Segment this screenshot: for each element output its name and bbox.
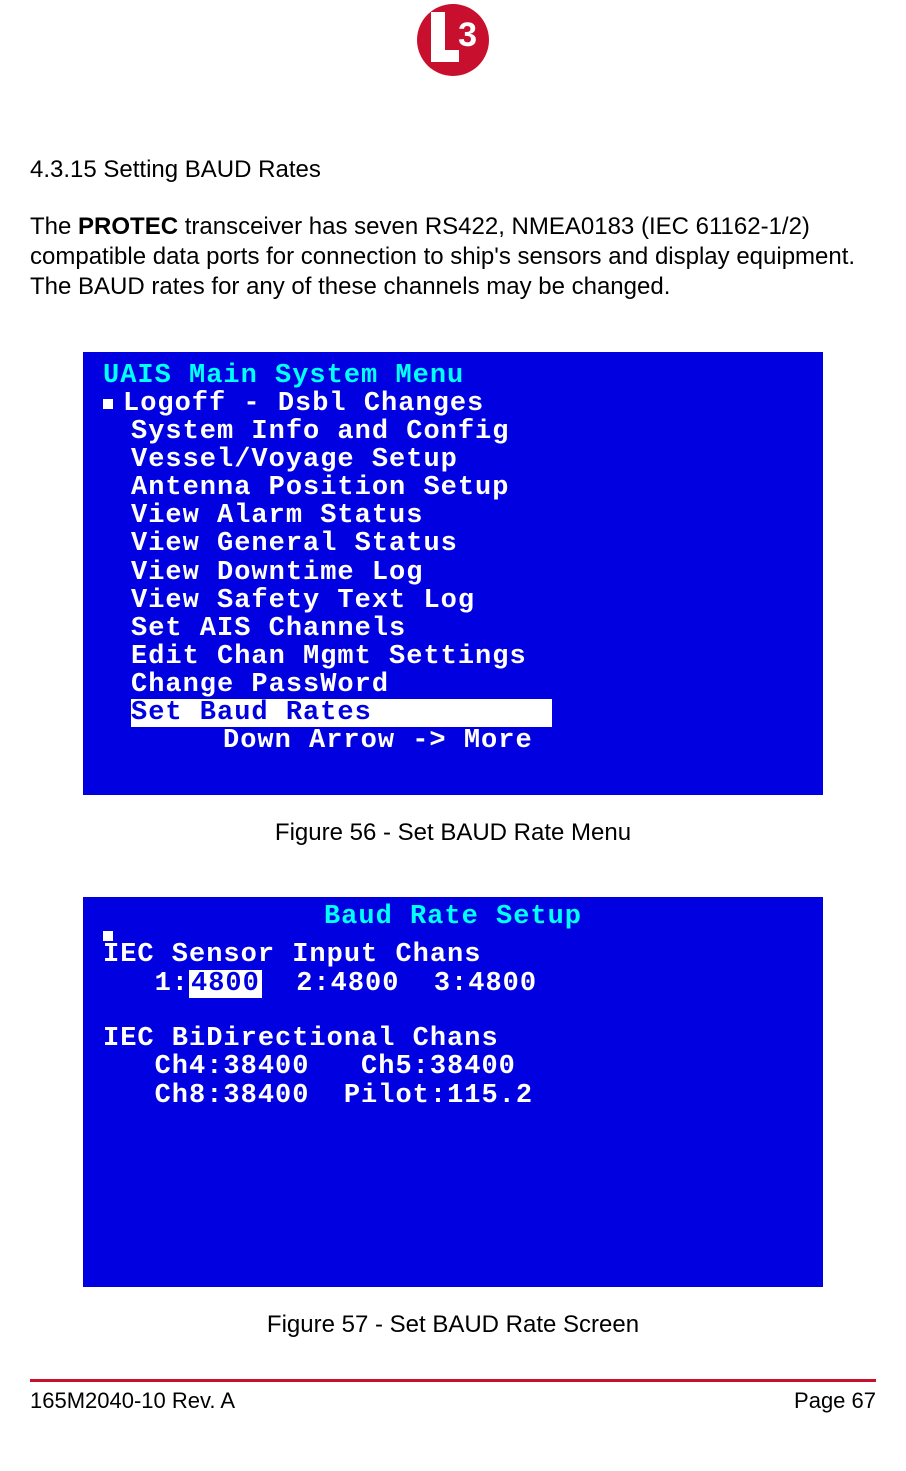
menu-item: Edit Chan Mgmt Settings bbox=[83, 643, 823, 671]
section-number: 4.3.15 bbox=[30, 156, 97, 183]
menu-item: View General Status bbox=[83, 530, 823, 558]
bidir-row: Ch8:38400 Pilot:115.2 bbox=[83, 1082, 823, 1110]
baud-rate-screen: Baud Rate Setup IEC Sensor Input Chans 1… bbox=[83, 897, 823, 1287]
footer-doc-id: 165M2040-10 Rev. A bbox=[30, 1388, 235, 1414]
section-label: IEC Sensor Input Chans bbox=[83, 941, 823, 969]
menu-item: Change PassWord bbox=[83, 671, 823, 699]
menu-item: System Info and Config bbox=[83, 418, 823, 446]
footer-page-number: Page 67 bbox=[794, 1388, 876, 1414]
page-footer: 165M2040-10 Rev. A Page 67 bbox=[30, 1388, 876, 1424]
logo: 3 bbox=[30, 0, 876, 76]
sensor-row: 1:4800 2:4800 3:4800 bbox=[83, 970, 823, 998]
baud-value: 38400 bbox=[223, 1052, 309, 1082]
baud-value: 4800 bbox=[331, 969, 400, 999]
menu-item: View Safety Text Log bbox=[83, 587, 823, 615]
section-label: IEC BiDirectional Chans bbox=[83, 1025, 823, 1053]
logo-digit-3: 3 bbox=[458, 18, 477, 52]
menu-item: View Alarm Status bbox=[83, 502, 823, 530]
cursor-icon bbox=[103, 399, 113, 409]
baud-value: 4800 bbox=[468, 969, 537, 999]
para-brand: PROTEC bbox=[78, 213, 178, 240]
baud-value-selected: 4800 bbox=[189, 970, 262, 998]
menu-item: Logoff - Dsbl Changes bbox=[123, 390, 484, 418]
baud-value: 38400 bbox=[223, 1081, 309, 1111]
menu-title: UAIS Main System Menu bbox=[83, 362, 823, 390]
menu-more-hint: Down Arrow -> More bbox=[83, 727, 823, 755]
main-menu-screen: UAIS Main System Menu Logoff - Dsbl Chan… bbox=[83, 352, 823, 795]
menu-item: Set AIS Channels bbox=[83, 615, 823, 643]
menu-item: View Downtime Log bbox=[83, 559, 823, 587]
baud-value: 115.2 bbox=[447, 1081, 533, 1111]
menu-item: Vessel/Voyage Setup bbox=[83, 446, 823, 474]
para-text-pre: The bbox=[30, 213, 78, 240]
bidir-row: Ch4:38400 Ch5:38400 bbox=[83, 1053, 823, 1081]
menu-item: Antenna Position Setup bbox=[83, 474, 823, 502]
section-heading: 4.3.15 Setting BAUD Rates bbox=[30, 156, 876, 184]
section-title: Setting BAUD Rates bbox=[103, 156, 320, 183]
baud-value: 38400 bbox=[430, 1052, 516, 1082]
baud-title: Baud Rate Setup bbox=[83, 903, 823, 931]
footer-rule bbox=[30, 1379, 876, 1382]
figure-57-caption: Figure 57 - Set BAUD Rate Screen bbox=[30, 1311, 876, 1339]
figure-56-caption: Figure 56 - Set BAUD Rate Menu bbox=[30, 819, 876, 847]
logo-letter-l-icon bbox=[431, 12, 455, 62]
intro-paragraph: The PROTEC transceiver has seven RS422, … bbox=[30, 212, 876, 302]
menu-item-selected: Set Baud Rates bbox=[83, 699, 823, 727]
